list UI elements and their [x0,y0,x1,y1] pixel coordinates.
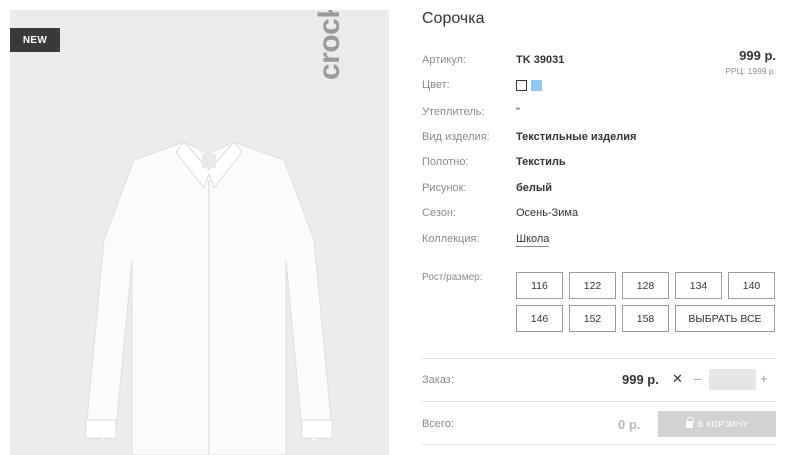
add-to-cart-button[interactable]: В КОРЗИНУ [658,411,776,437]
shirt-image [85,141,333,455]
product-image[interactable]: NEW crockid [10,10,389,455]
order-label: Заказ: [422,374,454,386]
size-label: Рост/размер: [422,272,483,283]
brand-logo: crockid [313,10,346,80]
attr-label: Рисунок: [422,182,467,194]
quantity-input[interactable] [709,369,756,390]
brand-logo-text: crockid [313,10,346,80]
attr-label: Утеплитель: [422,106,485,118]
attr-label: Цвет: [422,79,450,91]
size-button-116[interactable]: 116 [516,272,563,299]
size-button-158[interactable]: 158 [622,305,669,332]
multiply-icon: ✕ [672,371,683,386]
divider [422,358,776,359]
product-price: 999 р. [739,48,776,63]
color-swatch-blue[interactable] [531,80,542,91]
attr-label: Артикул: [422,54,467,66]
total-value: 0 р. [618,417,641,432]
attr-label: Вид изделия: [422,131,490,143]
attr-value: Текстильные изделия [516,131,637,143]
attr-value: Текстиль [516,156,566,168]
recommended-retail-price: РРЦ: 1999 р. [725,66,776,76]
attr-label: Коллекция: [422,233,480,245]
size-button-140[interactable]: 140 [728,272,775,299]
attr-label: Полотно: [422,156,469,168]
collection-link[interactable]: Школа [516,233,550,247]
attr-value: белый [516,182,553,194]
divider [422,444,776,445]
increment-button[interactable]: + [760,371,768,386]
size-button-122[interactable]: 122 [569,272,616,299]
size-button-152[interactable]: 152 [569,305,616,332]
total-label: Всего: [422,418,454,430]
order-price: 999 р. [622,372,659,387]
new-badge: NEW [10,28,60,52]
attr-value: " [516,106,520,118]
decrement-button[interactable]: – [694,371,701,386]
size-button-128[interactable]: 128 [622,272,669,299]
size-button-146[interactable]: 146 [516,305,563,332]
lock-icon [685,416,694,428]
color-swatch-white[interactable] [516,80,527,91]
size-button-134[interactable]: 134 [675,272,722,299]
attr-label: Сезон: [422,207,456,219]
attr-value: Осень-Зима [516,207,579,219]
divider [422,401,776,402]
add-to-cart-label: В КОРЗИНУ [697,419,749,429]
product-title: Сорочка [422,10,485,27]
attr-value: TK 39031 [516,54,565,66]
select-all-sizes-button[interactable]: ВЫБРАТЬ ВСЕ [675,305,775,332]
